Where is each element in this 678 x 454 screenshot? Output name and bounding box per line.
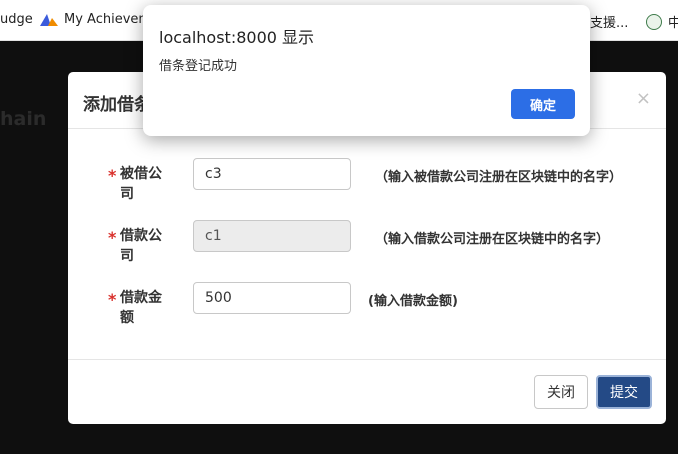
form-row-borrower-company: * 借款公司 （输入借款公司注册在区块链中的名字） — [68, 220, 666, 264]
form-row-lender-company: * 被借公司 （输入被借款公司注册在区块链中的名字） — [68, 158, 666, 202]
submit-button[interactable]: 提交 — [596, 375, 652, 409]
bookmark-label: 中 — [668, 16, 678, 31]
modal-title: 添加借条 — [83, 95, 151, 115]
field-label: 被借公司 — [120, 166, 162, 202]
field-label: 借款公司 — [120, 228, 162, 264]
bookmark-item-udge[interactable]: udge — [0, 12, 33, 27]
amount-input[interactable] — [193, 282, 351, 314]
bookmark-item-support[interactable]: 支援... — [590, 12, 628, 31]
field-hint: （输入被借款公司注册在区块链中的名字） — [375, 170, 623, 185]
alert-message: 借条登记成功 — [159, 59, 238, 74]
field-label: 借款金额 — [120, 290, 162, 326]
field-hint: (输入借款金额) — [368, 294, 458, 309]
close-button[interactable]: 关闭 — [534, 375, 588, 409]
form-row-amount: * 借款金额 (输入借款金额) — [68, 282, 666, 326]
achievement-icon — [40, 13, 58, 26]
alert-ok-button[interactable]: 确定 — [511, 89, 575, 119]
borrower-company-input[interactable] — [193, 220, 351, 252]
bookmark-item-achievement[interactable]: My Achieveme — [40, 12, 159, 27]
field-hint: （输入借款公司注册在区块链中的名字） — [375, 232, 610, 247]
alert-title: localhost:8000 显示 — [159, 28, 315, 47]
required-mark: * — [108, 228, 117, 247]
page-background-text: hain — [0, 108, 47, 130]
close-icon[interactable]: × — [636, 88, 651, 109]
required-mark: * — [108, 290, 117, 309]
seal-icon — [646, 13, 662, 30]
modal-footer: 关闭 提交 — [68, 359, 666, 425]
bookmark-item-zhong[interactable]: 中 — [646, 12, 678, 31]
browser-alert-dialog: localhost:8000 显示 借条登记成功 确定 — [143, 5, 590, 136]
required-mark: * — [108, 166, 117, 185]
lender-company-input[interactable] — [193, 158, 351, 190]
